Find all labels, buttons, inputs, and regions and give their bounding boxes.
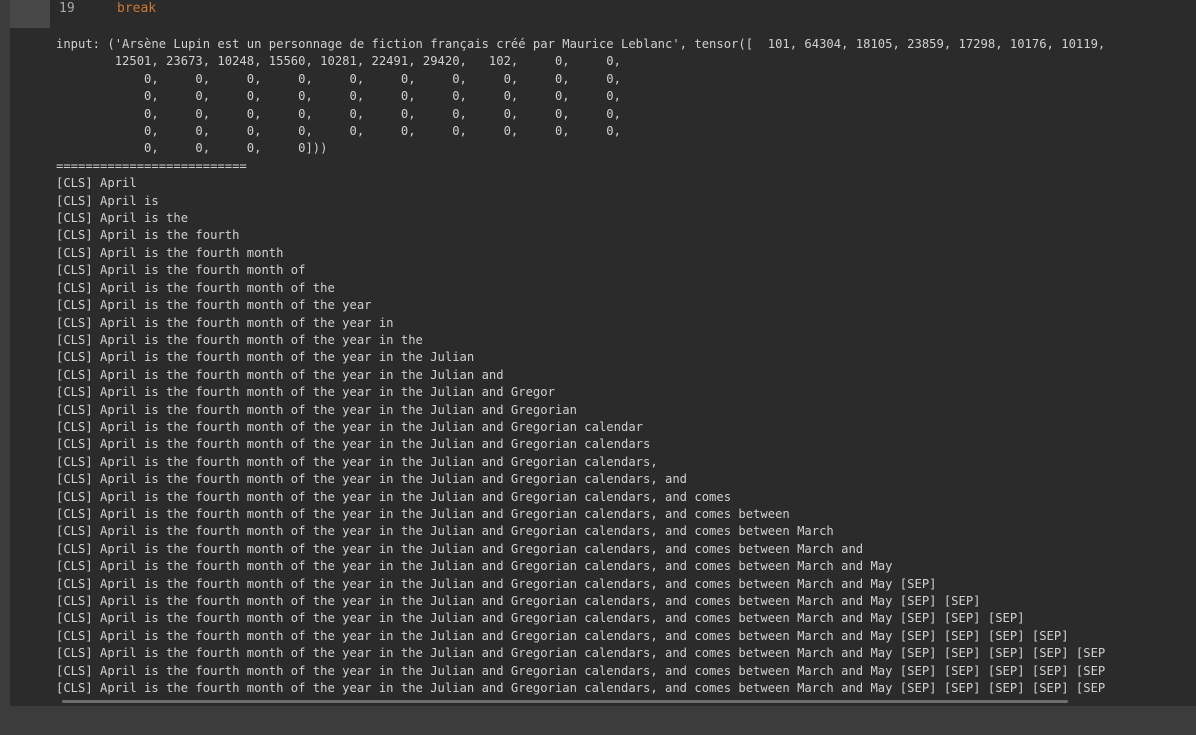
generated-line: [CLS] April is the fourth month of the y…: [56, 576, 937, 591]
generated-line: [CLS] April is the fourth: [56, 228, 240, 243]
tensor-input-line: 0, 0, 0, 0, 0, 0, 0, 0, 0, 0,: [56, 124, 621, 139]
generated-line: [CLS] April is the fourth month of the y…: [56, 367, 504, 382]
generated-line: [CLS] April is the fourth month of the y…: [56, 541, 864, 556]
tensor-input-line: 0, 0, 0, 0])): [56, 141, 328, 156]
line-number: 19: [59, 1, 75, 16]
generated-line: [CLS] April is the fourth month of the y…: [56, 437, 651, 452]
generated-line: [CLS] April is the fourth month of the y…: [56, 628, 1069, 643]
tensor-input-line: 0, 0, 0, 0, 0, 0, 0, 0, 0, 0,: [56, 71, 621, 86]
cell-output: input: ('Arsène Lupin est un personnage …: [10, 28, 1196, 706]
tensor-input-line: input: ('Arsène Lupin est un personnage …: [56, 37, 1106, 51]
generated-line: [CLS] April is the fourth month of the y…: [56, 611, 1025, 626]
generated-line: [CLS] April: [56, 176, 137, 191]
tensor-input-line: 12501, 23673, 10248, 15560, 10281, 22491…: [56, 54, 621, 69]
generated-line: [CLS] April is the fourth month of the y…: [56, 559, 893, 574]
generated-line: [CLS] April is the fourth month of the y…: [56, 646, 1106, 661]
tensor-input-line: 0, 0, 0, 0, 0, 0, 0, 0, 0, 0,: [56, 89, 621, 104]
generated-line: [CLS] April is the fourth month of the y…: [56, 681, 1106, 696]
generated-line: [CLS] April is the fourth month of the y…: [56, 350, 475, 365]
generated-line: [CLS] April is: [56, 193, 159, 208]
generated-line: [CLS] April is the fourth month of the y…: [56, 524, 834, 539]
generated-line: [CLS] April is the fourth month of the y…: [56, 454, 658, 469]
generated-line: [CLS] April is the: [56, 211, 189, 226]
generated-line: [CLS] April is the fourth month of the y…: [56, 506, 790, 521]
generated-line: [CLS] April is the fourth month of the y…: [56, 489, 732, 504]
generated-line: [CLS] April is the fourth month of: [56, 263, 306, 278]
generated-line: [CLS] April is the fourth month of the y…: [56, 298, 372, 313]
tensor-input-line: 0, 0, 0, 0, 0, 0, 0, 0, 0, 0,: [56, 106, 621, 121]
cell-gutter: [10, 0, 50, 28]
break-keyword[interactable]: break: [117, 0, 156, 17]
generated-line: [CLS] April is the fourth month of the y…: [56, 419, 643, 434]
generated-line: [CLS] April is the fourth month of the y…: [56, 385, 555, 400]
generated-line: [CLS] April is the fourth month of the y…: [56, 402, 577, 417]
generated-line: [CLS] April is the fourth month of the y…: [56, 663, 1106, 678]
horizontal-scrollbar[interactable]: [62, 700, 1068, 703]
generated-line: [CLS] April is the fourth month of the y…: [56, 472, 688, 487]
generated-line: [CLS] April is the fourth month of the y…: [56, 594, 981, 608]
generated-line: [CLS] April is the fourth month of the y…: [56, 315, 394, 330]
code-cell-row[interactable]: 19 break: [10, 0, 1196, 28]
generated-line: [CLS] April is the fourth month: [56, 245, 284, 260]
output-text: input: ('Arsène Lupin est un personnage …: [56, 36, 1105, 697]
separator-line: ==========================: [56, 158, 247, 173]
generated-line: [CLS] April is the fourth month of the y…: [56, 332, 423, 347]
generated-line: [CLS] April is the fourth month of the: [56, 280, 335, 295]
